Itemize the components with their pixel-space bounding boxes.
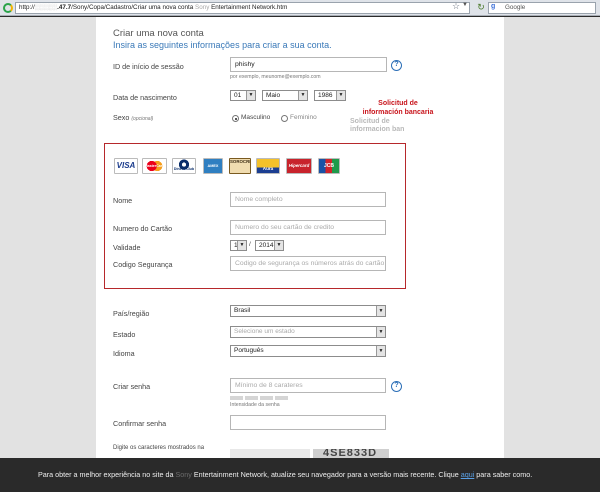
- card-number-label: Numero do Cartão: [113, 224, 173, 233]
- card-name-label: Nome: [113, 196, 133, 205]
- site-favicon-icon: [3, 3, 13, 13]
- url-history-chevron-down-icon[interactable]: ▼: [462, 2, 468, 8]
- reload-icon[interactable]: ↻: [474, 1, 488, 14]
- card-logo-aura: Aura: [256, 158, 280, 174]
- browser-update-notice: Para obter a melhor experiência no site …: [0, 458, 600, 492]
- chevron-down-icon: ▼: [336, 91, 345, 100]
- birth-year-select[interactable]: 1986 ▼: [314, 90, 346, 101]
- validity-label: Validade: [113, 243, 141, 252]
- card-logo-mastercard: MasterCard: [142, 158, 167, 174]
- gender-female-radio[interactable]: [281, 115, 288, 122]
- chevron-down-icon: ▼: [376, 327, 385, 337]
- bookmark-star-icon[interactable]: ☆: [452, 1, 460, 12]
- gender-male-label: Masculino: [241, 114, 271, 121]
- signin-id-label: ID de início de sessão: [113, 62, 184, 71]
- chevron-down-icon: ▼: [274, 241, 283, 250]
- card-logo-hipercard: Hipercard: [286, 158, 312, 174]
- country-label: País/região: [113, 309, 150, 318]
- card-number-input[interactable]: Numero do seu cartão de credito: [230, 220, 386, 235]
- card-logo-visa: VISA: [114, 158, 138, 174]
- language-select[interactable]: Português ▼: [230, 345, 386, 357]
- annotation-line1: Solicitud de: [378, 100, 418, 107]
- chevron-down-icon: ▼: [298, 91, 307, 100]
- chevron-down-icon: ▼: [376, 346, 385, 356]
- password-strength-label: Intensidade da senha: [230, 402, 280, 408]
- birth-date-label: Data de nascimento: [113, 93, 177, 102]
- gender-optional-tag: (opcional): [131, 116, 154, 122]
- browser-toolbar: http://░░░░░.47.7/Sony/Copa/Cadastro/Cri…: [0, 0, 600, 16]
- validity-year-select[interactable]: 2014 ▼: [255, 240, 284, 251]
- annotation-line2: información bancaria: [362, 108, 434, 116]
- form-subtitle: Insira as seguintes informações para cri…: [113, 40, 332, 50]
- url-prefix: http://: [19, 4, 35, 11]
- url-host-blurred: ░░░░░: [34, 4, 58, 11]
- password-help-icon[interactable]: ?: [391, 381, 402, 392]
- birth-month-value: Maio: [266, 92, 281, 99]
- notice-middle: Entertainment Network, atualize seu nave…: [191, 470, 461, 479]
- url-host: .47.7: [57, 4, 72, 11]
- help-icon[interactable]: ?: [391, 60, 402, 71]
- card-logo-diners-club: Diners Club: [172, 158, 196, 174]
- security-code-input[interactable]: Codigo de segurança os números atrás do …: [230, 256, 386, 271]
- strength-meter-segment: [230, 396, 243, 400]
- strength-meter-segment: [260, 396, 273, 400]
- url-path: /Sony/Copa/Cadastro/Criar uma nova conta: [71, 4, 194, 11]
- gender-label: Sexo (opcional): [113, 113, 153, 122]
- chevron-down-icon: ▼: [246, 91, 255, 100]
- country-select[interactable]: Brasil ▼: [230, 305, 386, 317]
- birth-day-value: 01: [234, 92, 242, 99]
- annotation-ghost-line1: Solicitud de: [350, 118, 390, 125]
- captcha-label: Digite os caracteres mostrados na: [113, 445, 205, 451]
- chevron-down-icon: ▼: [237, 241, 246, 250]
- signin-id-input[interactable]: phishy: [230, 57, 387, 72]
- state-placeholder: Selecione um estado: [234, 328, 295, 335]
- card-logo-sorocred: SOROCRED: [229, 158, 251, 174]
- url-suffix: Entertainment Network.htm: [209, 4, 288, 11]
- gender-male-radio[interactable]: [232, 115, 239, 122]
- state-select[interactable]: Selecione um estado ▼: [230, 326, 386, 338]
- card-logo-amex: AMEX: [203, 158, 223, 174]
- signin-id-hint: por exemplo, meunome@exemplo.com: [230, 74, 321, 80]
- password-input[interactable]: Mínimo de 8 carateres: [230, 378, 386, 393]
- confirm-password-label: Confirmar senha: [113, 419, 167, 428]
- notice-prefix: Para obter a melhor experiência no site …: [38, 470, 176, 479]
- annotation-ghost-line2: informacion ban: [350, 126, 405, 133]
- password-label: Criar senha: [113, 382, 151, 391]
- birth-year-value: 1986: [318, 92, 333, 99]
- strength-meter-segment: [245, 396, 258, 400]
- annotation-label: Solicitud de información bancaria: [343, 100, 453, 117]
- strength-meter-segment: [275, 396, 288, 400]
- validity-separator: /: [249, 241, 251, 248]
- card-name-input[interactable]: Nome completo: [230, 192, 386, 207]
- language-value: Português: [234, 347, 264, 354]
- form-title: Criar uma nova conta: [113, 28, 204, 39]
- card-logo-jcb: JCB: [318, 158, 340, 174]
- birth-month-select[interactable]: Maio ▼: [262, 90, 308, 101]
- validity-year-value: 2014: [259, 242, 274, 249]
- captcha-input-area[interactable]: [230, 449, 310, 458]
- confirm-password-input[interactable]: [230, 415, 386, 430]
- chevron-down-icon: ▼: [376, 306, 385, 316]
- search-input[interactable]: Google: [488, 2, 596, 14]
- birth-day-select[interactable]: 01 ▼: [230, 90, 256, 101]
- validity-month-select[interactable]: 1 ▼: [230, 240, 247, 251]
- language-label: Idioma: [113, 349, 135, 358]
- state-label: Estado: [113, 330, 136, 339]
- gender-female-label: Feminino: [290, 114, 317, 121]
- country-value: Brasil: [234, 307, 251, 314]
- google-search-engine-icon[interactable]: g: [491, 3, 495, 10]
- security-code-label: Codigo Segurança: [113, 260, 173, 269]
- gender-label-text: Sexo: [113, 113, 130, 122]
- notice-link[interactable]: aqui: [461, 470, 475, 479]
- notice-suffix: para saber como.: [474, 470, 533, 479]
- captcha-image: 4SE833D: [313, 449, 389, 458]
- annotation-ghost: Solicitud de informacion ban: [350, 118, 404, 134]
- url-brand-blurred: Sony: [195, 4, 210, 11]
- address-bar[interactable]: http://░░░░░.47.7/Sony/Copa/Cadastro/Cri…: [15, 2, 470, 14]
- notice-brand-blurred: Sony: [175, 470, 192, 479]
